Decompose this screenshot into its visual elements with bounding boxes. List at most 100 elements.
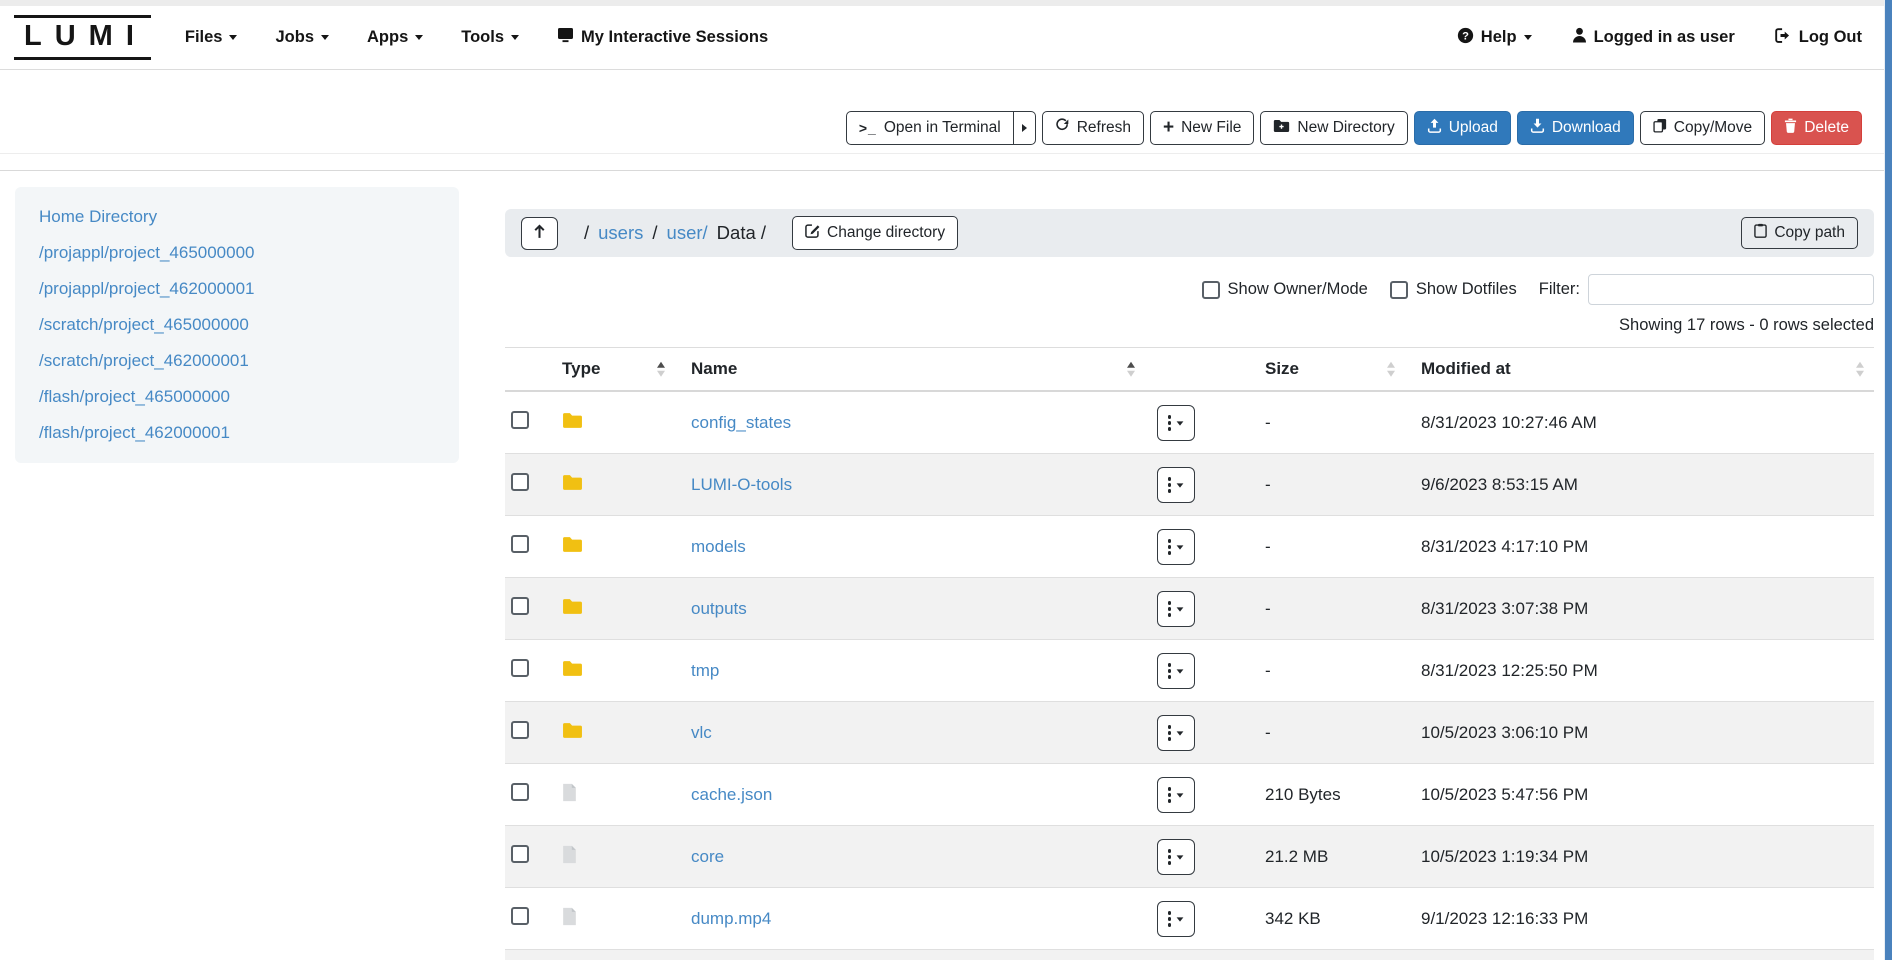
nav-apps[interactable]: Apps [367,28,423,47]
table-row: outputs - 8/31/2023 3:07:38 PM [505,578,1874,640]
file-name-link[interactable]: config_states [691,413,791,432]
row-checkbox[interactable] [511,659,529,677]
sidebar-directory-link[interactable]: /flash/project_462000001 [15,415,459,451]
sort-icon [657,362,665,377]
row-actions-dropdown-button[interactable] [1157,653,1195,689]
file-name-link[interactable]: vlc [691,723,712,742]
file-name-link[interactable]: tmp [691,661,719,680]
row-checkbox[interactable] [511,783,529,801]
chevron-down-icon [1177,607,1184,611]
row-checkbox[interactable] [511,845,529,863]
nav-help[interactable]: ? Help [1457,27,1532,49]
breadcrumb-separator: / [584,222,589,244]
file-name-link[interactable]: outputs [691,599,747,618]
open-in-terminal-button[interactable]: >_ Open in Terminal [846,111,1014,145]
top-navbar: LUMI Files Jobs Apps Tools My Interactiv… [0,6,1892,70]
chevron-down-icon [1524,35,1532,40]
upload-button[interactable]: Upload [1414,111,1511,145]
file-size: - [1245,702,1405,764]
divider [0,170,1892,171]
new-directory-button[interactable]: New Directory [1260,111,1407,145]
file-icon [562,845,577,869]
kebab-icon [1168,539,1172,555]
file-name-link[interactable]: cache.json [691,785,772,804]
user-icon [1572,27,1587,48]
show-owner-mode-checkbox[interactable] [1202,281,1220,299]
row-checkbox[interactable] [511,907,529,925]
change-directory-button[interactable]: Change directory [792,216,958,250]
sidebar-directory-link[interactable]: /scratch/project_462000001 [15,343,459,379]
breadcrumb-link-users[interactable]: users [598,222,643,244]
file-name-link[interactable]: dump.mp4 [691,909,771,928]
sidebar-directory-link[interactable]: Home Directory [15,199,459,235]
download-button[interactable]: Download [1517,111,1634,145]
svg-text:?: ? [1462,30,1469,42]
row-actions-dropdown-button[interactable] [1157,715,1195,751]
row-actions-dropdown-button[interactable] [1157,529,1195,565]
file-modified-at: 9/1/2023 12:16:33 PM [1405,888,1874,950]
header-modified-at[interactable]: Modified at [1405,348,1874,392]
filter-input[interactable] [1588,274,1874,305]
row-actions-dropdown-button[interactable] [1157,777,1195,813]
nav-log-out[interactable]: Log Out [1775,28,1862,48]
terminal-icon: >_ [859,120,877,136]
file-name-link[interactable]: core [691,847,724,866]
refresh-button[interactable]: Refresh [1042,111,1144,145]
sidebar-directory-link[interactable]: /scratch/project_465000000 [15,307,459,343]
help-icon: ? [1457,27,1474,49]
show-owner-mode-toggle[interactable]: Show Owner/Mode [1202,280,1368,299]
nav-logged-in-user[interactable]: Logged in as user [1572,27,1735,48]
folder-icon [562,474,583,496]
download-icon [1530,118,1545,138]
nav-menu: Files Jobs Apps Tools My Interactive Ses… [185,27,768,48]
sidebar-directory-link[interactable]: /flash/project_465000000 [15,379,459,415]
row-actions-dropdown-button[interactable] [1157,405,1195,441]
nav-tools[interactable]: Tools [461,28,519,47]
file-modified-at: 10/5/2023 5:47:56 PM [1405,764,1874,826]
nav-my-interactive-sessions[interactable]: My Interactive Sessions [557,27,768,48]
go-up-directory-button[interactable] [521,217,558,250]
scrollbar[interactable] [1884,0,1892,960]
file-modified-at: 9/6/2023 8:53:15 AM [1405,454,1874,516]
row-actions-dropdown-button[interactable] [1157,467,1195,503]
sessions-icon [557,27,574,48]
header-type[interactable]: Type [545,348,675,392]
row-checkbox[interactable] [511,535,529,553]
sidebar-directory-link[interactable]: /projappl/project_465000000 [15,235,459,271]
row-actions-dropdown-button[interactable] [1157,839,1195,875]
row-checkbox[interactable] [511,411,529,429]
file-size: 21.2 MB [1245,826,1405,888]
file-modified-at: 10/5/2023 1:19:34 PM [1405,826,1874,888]
delete-button[interactable]: Delete [1771,111,1862,145]
breadcrumb-link-user[interactable]: user/ [667,222,708,244]
show-dotfiles-toggle[interactable]: Show Dotfiles [1390,280,1517,299]
header-name[interactable]: Name [675,348,1145,392]
row-checkbox[interactable] [511,721,529,739]
lumi-logo[interactable]: LUMI [14,15,151,61]
file-size: - [1245,516,1405,578]
copy-path-button[interactable]: Copy path [1741,217,1858,249]
chevron-down-icon [1177,483,1184,487]
row-actions-dropdown-button[interactable] [1157,901,1195,937]
sidebar-directory-link[interactable]: /projappl/project_462000001 [15,271,459,307]
kebab-icon [1168,725,1172,741]
show-dotfiles-checkbox[interactable] [1390,281,1408,299]
nav-files[interactable]: Files [185,28,238,47]
file-name-link[interactable]: LUMI-O-tools [691,475,792,494]
nav-jobs[interactable]: Jobs [275,28,329,47]
new-file-button[interactable]: + New File [1150,111,1254,145]
file-name-link[interactable]: models [691,537,746,556]
nav-right: ? Help Logged in as user Log Out [1457,27,1862,49]
file-size: 10.7 KB [1245,950,1405,960]
chevron-down-icon [1177,669,1184,673]
folder-icon [562,598,583,620]
file-size: - [1245,454,1405,516]
copy-move-button[interactable]: Copy/Move [1640,111,1765,145]
open-in-terminal-caret-button[interactable] [1014,111,1036,145]
row-checkbox[interactable] [511,597,529,615]
kebab-icon [1168,477,1172,493]
table-row: models - 8/31/2023 4:17:10 PM [505,516,1874,578]
row-checkbox[interactable] [511,473,529,491]
header-size[interactable]: Size [1245,348,1405,392]
row-actions-dropdown-button[interactable] [1157,591,1195,627]
